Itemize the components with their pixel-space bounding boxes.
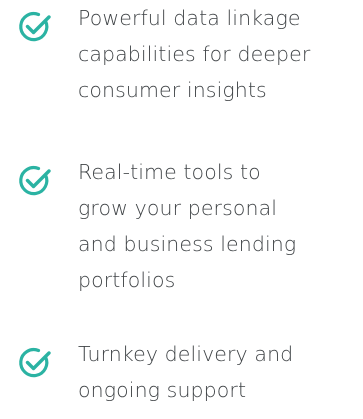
feature-line: capabilities for deeper	[78, 42, 311, 66]
check-circle-icon	[19, 166, 51, 196]
feature-text: Turnkey delivery and ongoing support	[78, 336, 358, 408]
feature-line: portfolios	[78, 268, 176, 292]
feature-line: Turnkey delivery and	[78, 342, 294, 366]
feature-line: and business lending	[78, 232, 297, 256]
feature-text: Real-time tools to grow your personal an…	[78, 154, 358, 298]
feature-line: Real-time tools to	[78, 160, 261, 184]
feature-text: Powerful data linkage capabilities for d…	[78, 0, 358, 108]
feature-line: ongoing support	[78, 378, 247, 402]
feature-line: Powerful data linkage	[78, 6, 301, 30]
feature-list: Powerful data linkage capabilities for d…	[0, 0, 363, 419]
feature-line: grow your personal	[78, 196, 278, 220]
check-circle-icon	[19, 348, 51, 378]
feature-line: consumer insights	[78, 78, 267, 102]
check-circle-icon	[19, 12, 51, 42]
